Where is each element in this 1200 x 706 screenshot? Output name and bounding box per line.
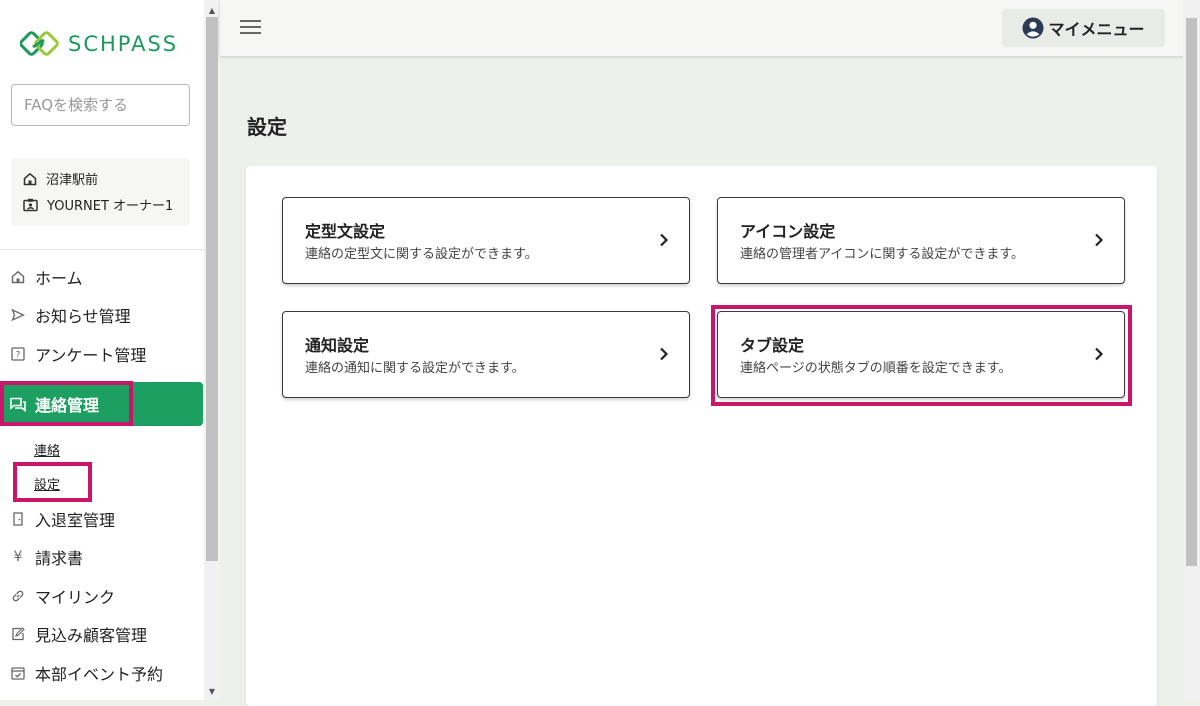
calendar-check-icon — [10, 666, 26, 680]
chevron-right-icon — [660, 233, 669, 247]
sidebar-item-label: 連絡管理 — [35, 396, 100, 415]
card-title: 通知設定 — [305, 336, 370, 355]
sidebar-item-label: 本部イベント予約 — [35, 665, 164, 684]
card-description: 連絡の通知に関する設定ができます。 — [305, 361, 525, 376]
sidebar-item-notice[interactable]: お知らせ管理 — [0, 298, 204, 332]
card-description: 連絡ページの状態タブの順番を設定できます。 — [740, 361, 1012, 376]
chevron-right-icon — [1095, 347, 1104, 361]
sidebar-item-entry[interactable]: 入退室管理 — [0, 502, 204, 536]
sidebar-subitem-settings[interactable]: 設定 — [34, 474, 60, 493]
svg-text:?: ? — [16, 351, 21, 361]
store-user-row: YOURNET オーナー1 — [23, 195, 173, 214]
schpass-logo-icon — [20, 31, 59, 56]
sidebar-item-survey[interactable]: ? アンケート管理 — [0, 337, 204, 371]
settings-panel: 定型文設定 連絡の定型文に関する設定ができます。 アイコン設定 連絡の管理者アイ… — [246, 166, 1157, 706]
card-title: タブ設定 — [740, 336, 805, 355]
brand-logo[interactable]: SCHPASS — [20, 29, 178, 59]
my-menu-button[interactable]: マイメニュー — [1002, 9, 1165, 47]
card-title: 定型文設定 — [305, 222, 386, 241]
sidebar-item-billing[interactable]: ¥ 請求書 — [0, 540, 204, 574]
sidebar-item-home[interactable]: ホーム — [0, 260, 204, 294]
faq-search-input[interactable] — [11, 84, 190, 126]
sidebar-item-label: ホーム — [35, 269, 83, 288]
sidebar-item-label: アンケート管理 — [35, 346, 147, 365]
store-location: 沼津駅前 — [46, 173, 99, 188]
sidebar-item-prospect[interactable]: 見込み顧客管理 — [0, 617, 204, 651]
sidebar-item-label: お知らせ管理 — [35, 307, 131, 326]
top-header: マイメニュー — [220, 0, 1183, 56]
sidebar: SCHPASS 沼津駅前 YOURNET オーナー1 ホーム — [0, 0, 204, 700]
sidebar-divider — [0, 249, 204, 250]
template-settings-card[interactable]: 定型文設定 連絡の定型文に関する設定ができます。 — [282, 197, 690, 284]
tab-settings-card[interactable]: タブ設定 連絡ページの状態タブの順番を設定できます。 — [717, 311, 1125, 398]
door-icon — [10, 512, 26, 526]
home-icon — [23, 172, 37, 185]
yen-icon: ¥ — [13, 549, 23, 565]
brand-name: SCHPASS — [68, 32, 179, 56]
my-menu-label: マイメニュー — [1048, 20, 1145, 39]
sidebar-subitem-contact[interactable]: 連絡 — [34, 440, 60, 459]
store-location-row: 沼津駅前 — [23, 169, 98, 188]
card-description: 連絡の管理者アイコンに関する設定ができます。 — [740, 247, 1025, 262]
sidebar-scrollbar-thumb[interactable] — [206, 17, 218, 561]
chevron-right-icon — [1095, 233, 1104, 247]
main-scrollbar-thumb[interactable] — [1186, 18, 1197, 566]
card-description: 連絡の定型文に関する設定ができます。 — [305, 247, 538, 262]
survey-icon: ? — [10, 347, 26, 361]
sidebar-item-label: 入退室管理 — [35, 511, 116, 530]
home-icon — [10, 270, 26, 284]
sidebar-item-event[interactable]: 本部イベント予約 — [0, 656, 204, 690]
page-title: 設定 — [247, 115, 287, 139]
link-icon — [10, 589, 26, 603]
notification-settings-card[interactable]: 通知設定 連絡の通知に関する設定ができます。 — [282, 311, 690, 398]
chat-icon — [10, 397, 26, 412]
chevron-right-icon — [660, 347, 669, 361]
sidebar-scroll-up-arrow-icon[interactable]: ▲ — [204, 2, 220, 18]
card-title: アイコン設定 — [740, 222, 836, 241]
account-circle-icon — [1022, 17, 1044, 39]
icon-settings-card[interactable]: アイコン設定 連絡の管理者アイコンに関する設定ができます。 — [717, 197, 1125, 284]
sidebar-scroll-down-arrow-icon[interactable]: ▼ — [204, 683, 220, 699]
send-icon — [10, 308, 26, 322]
edit-note-icon — [10, 627, 26, 641]
id-badge-icon — [23, 198, 38, 211]
sidebar-item-mylink[interactable]: マイリンク — [0, 579, 204, 613]
sidebar-item-contact[interactable]: 連絡管理 — [0, 382, 203, 426]
sidebar-item-label: 請求書 — [35, 549, 84, 568]
store-user: YOURNET オーナー1 — [47, 199, 174, 214]
store-info: 沼津駅前 YOURNET オーナー1 — [11, 158, 190, 226]
hamburger-menu-icon[interactable] — [240, 19, 261, 39]
sidebar-item-label: 見込み顧客管理 — [35, 626, 148, 645]
sidebar-item-label: マイリンク — [35, 588, 116, 607]
